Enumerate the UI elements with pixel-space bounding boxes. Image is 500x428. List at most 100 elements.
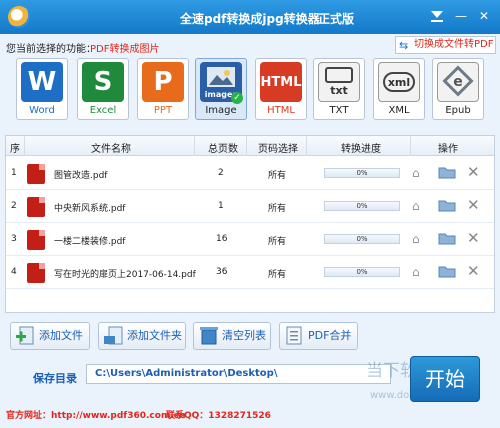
col-progress: 转换进度 <box>341 144 381 155</box>
delete-icon[interactable]: ✕ <box>467 262 480 280</box>
delete-icon[interactable]: ✕ <box>467 163 480 181</box>
clear-list-button[interactable]: 清空列表 <box>193 322 271 350</box>
footer-website[interactable]: 官方网址：http://www.pdf360.com.cn <box>6 408 185 421</box>
format-label: HTML <box>267 105 295 116</box>
format-label: Epub <box>445 105 471 116</box>
html-icon: HTML <box>260 62 302 102</box>
col-index: 序 <box>10 144 20 155</box>
preview-icon[interactable]: ⌂ <box>412 166 426 180</box>
title-bar: 全速pdf转换成jpg转换器 正式版 — ✕ <box>0 0 500 34</box>
row-pages: 2 <box>218 168 224 178</box>
progress-bar: 0% <box>324 234 400 244</box>
ppt-icon: P <box>142 62 184 102</box>
format-txt-button[interactable]: txt TXT <box>313 58 365 120</box>
progress-bar: 0% <box>324 201 400 211</box>
start-button[interactable]: 开始 <box>410 356 480 402</box>
preview-icon[interactable]: ⌂ <box>412 199 426 213</box>
format-label: XML <box>388 105 410 116</box>
row-pages: 36 <box>216 267 228 277</box>
folder-icon[interactable] <box>438 166 456 179</box>
txt-icon: txt <box>318 62 360 102</box>
format-label: PPT <box>153 105 173 116</box>
excel-icon: S <box>82 62 124 102</box>
row-range[interactable]: 所有 <box>268 201 286 214</box>
row-filename: 一楼二楼装修.pdf <box>54 237 126 247</box>
add-file-label: 添加文件 <box>39 329 83 342</box>
row-filename: 写在时光的扉页上2017-06-14.pdf <box>54 270 196 280</box>
pdf-file-icon <box>27 197 45 217</box>
row-index: 1 <box>11 168 17 178</box>
row-index: 4 <box>11 267 17 277</box>
row-index: 3 <box>11 234 17 244</box>
format-ppt-button[interactable]: P PPT <box>137 58 189 120</box>
folder-icon[interactable] <box>438 232 456 245</box>
format-label: Word <box>29 105 55 116</box>
app-logo-icon <box>8 6 30 28</box>
epub-icon: e <box>437 62 479 102</box>
window-title: 全速pdf转换成jpg转换器 <box>180 12 320 26</box>
table-row[interactable]: 3 一楼二楼装修.pdf 16 所有 0% ⌂ ✕ <box>6 223 494 256</box>
function-value: PDF转换成图片 <box>90 44 160 55</box>
row-range[interactable]: 所有 <box>268 168 286 181</box>
row-filename: 中央新风系统.pdf <box>54 204 126 214</box>
delete-icon[interactable]: ✕ <box>467 229 480 247</box>
function-label: 您当前选择的功能： <box>6 44 96 55</box>
table-row[interactable]: 1 图管改造.pdf 2 所有 0% ⌂ ✕ <box>6 157 494 190</box>
row-filename: 图管改造.pdf <box>54 171 108 181</box>
col-range: 页码选择 <box>258 144 298 155</box>
table-row[interactable]: 2 中央新风系统.pdf 1 所有 0% ⌂ ✕ <box>6 190 494 223</box>
format-image-button[interactable]: images ✓ Image <box>195 58 247 120</box>
add-folder-icon <box>104 326 123 345</box>
minimize-button[interactable]: — <box>453 8 469 24</box>
menu-dropdown-icon[interactable] <box>431 11 443 18</box>
check-icon: ✓ <box>231 92 243 104</box>
format-xml-button[interactable]: xml XML <box>373 58 425 120</box>
row-index: 2 <box>11 201 17 211</box>
col-filename: 文件名称 <box>91 144 131 155</box>
switch-mode-button[interactable]: ⇆ 切换成文件转PDF <box>395 36 496 54</box>
save-dir-label: 保存目录 <box>33 372 77 385</box>
pdf-file-icon <box>27 230 45 250</box>
clear-list-label: 清空列表 <box>222 329 266 342</box>
format-label: Image <box>205 105 237 116</box>
menu-bar-icon <box>431 20 443 22</box>
add-file-icon <box>16 326 34 345</box>
col-pages: 总页数 <box>208 144 238 155</box>
format-excel-button[interactable]: S Excel <box>77 58 129 120</box>
xml-icon: xml <box>378 62 420 102</box>
format-html-button[interactable]: HTML HTML <box>255 58 307 120</box>
word-icon: W <box>21 62 63 102</box>
clear-list-icon <box>200 327 218 345</box>
switch-mode-label: 切换成文件转PDF <box>414 39 494 50</box>
preview-icon[interactable]: ⌂ <box>412 265 426 279</box>
format-word-button[interactable]: W Word <box>16 58 68 120</box>
preview-icon[interactable]: ⌂ <box>412 232 426 246</box>
footer-qq: 联系QQ：1328271526 <box>166 411 271 421</box>
table-header: 序 文件名称 总页数 页码选择 转换进度 操作 <box>6 136 494 156</box>
add-folder-button[interactable]: 添加文件夹 <box>98 322 186 350</box>
pdf-merge-button[interactable]: PDF合并 <box>279 322 358 350</box>
pdf-file-icon <box>27 164 45 184</box>
format-epub-button[interactable]: e Epub <box>432 58 484 120</box>
file-table: 序 文件名称 总页数 页码选择 转换进度 操作 1 图管改造.pdf 2 所有 … <box>5 135 495 313</box>
add-folder-label: 添加文件夹 <box>127 329 182 342</box>
close-button[interactable]: ✕ <box>476 8 492 24</box>
row-range[interactable]: 所有 <box>268 267 286 280</box>
add-file-button[interactable]: 添加文件 <box>10 322 90 350</box>
folder-icon[interactable] <box>438 265 456 278</box>
table-row[interactable]: 4 写在时光的扉页上2017-06-14.pdf 36 所有 0% ⌂ ✕ <box>6 256 494 289</box>
folder-icon[interactable] <box>438 199 456 212</box>
row-range[interactable]: 所有 <box>268 234 286 247</box>
progress-bar: 0% <box>324 168 400 178</box>
pdf-merge-icon <box>286 326 302 345</box>
edition-label: 正式版 <box>318 12 355 26</box>
row-pages: 1 <box>218 201 224 211</box>
pdf-merge-label: PDF合并 <box>308 329 352 342</box>
row-pages: 16 <box>216 234 228 244</box>
switch-arrows-icon: ⇆ <box>399 39 409 52</box>
format-label: TXT <box>329 105 349 116</box>
delete-icon[interactable]: ✕ <box>467 196 480 214</box>
format-label: Excel <box>89 105 117 116</box>
progress-bar: 0% <box>324 267 400 277</box>
col-actions: 操作 <box>438 144 458 155</box>
